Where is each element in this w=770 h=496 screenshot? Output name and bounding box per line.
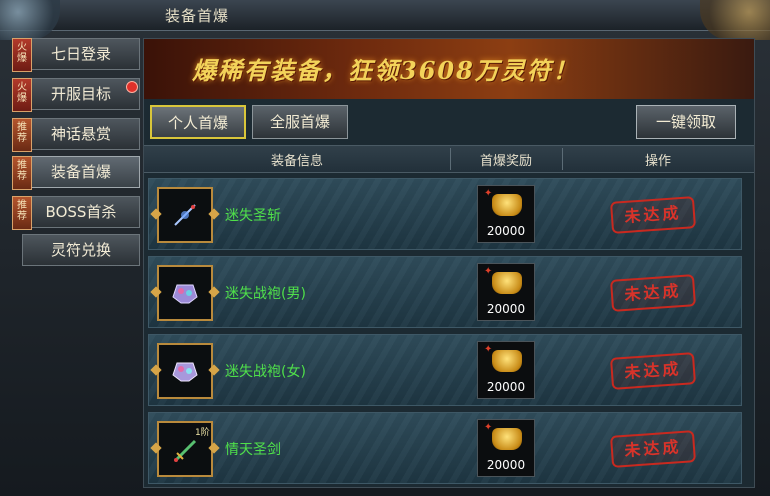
window-frame: 装备首爆 七日登录 火爆 开服目标 火爆 神话悬赏 推荐 装备首爆 推荐 BOS… [0,0,770,496]
column-first-drop-reward: 首爆奖励 [479,154,532,169]
sidebar-button[interactable]: 灵符兑换 [22,234,140,266]
sidebar-item-boss-first-kill[interactable]: BOSS首杀 推荐 [12,196,140,230]
sword-icon [173,439,197,463]
sidebar-button[interactable]: 七日登录 [22,38,140,70]
item-name: 情天圣剑 [225,442,281,458]
sparkle-icon: ✦ [484,188,493,199]
item-slot[interactable]: 1阶 [157,421,213,477]
column-action: 操作 [644,154,671,169]
window-title: 装备首爆 [165,7,230,25]
reward-slot[interactable]: ✦ 20000 [477,341,535,399]
table-row: 迷失战袍(女) ✦ 20000 未达成 [148,334,742,406]
reward-slot[interactable]: ✦ 20000 [477,263,535,321]
sparkle-icon: ✦ [484,344,493,355]
recommend-tag: 推荐 [12,118,32,152]
claim-all-button[interactable]: 一键领取 [636,105,736,139]
dragon-ornament-right [700,0,770,40]
reward-slot[interactable]: ✦ 20000 [477,419,535,477]
sidebar: 七日登录 火爆 开服目标 火爆 神话悬赏 推荐 装备首爆 推荐 BOSS首杀 推… [12,38,140,483]
status-stamp: 未达成 [609,274,697,312]
sidebar-item-seven-day-login[interactable]: 七日登录 火爆 [12,38,140,72]
gold-ingot-icon [492,194,522,216]
table-header: 装备信息 首爆奖励 操作 [144,145,754,173]
item-slot[interactable] [157,265,213,321]
item-name: 迷失战袍(女) [225,364,306,380]
sidebar-button-active[interactable]: 装备首爆 [22,156,140,188]
reward-slot[interactable]: ✦ 20000 [477,185,535,243]
item-slot[interactable] [157,187,213,243]
gold-ingot-icon [492,428,522,450]
table-row: 迷失圣斩 ✦ 20000 未达成 [148,178,742,250]
recommend-tag: 推荐 [12,196,32,230]
dragon-ornament-left [0,0,60,40]
armor-icon [172,284,198,304]
tab-personal-first-drop[interactable]: 个人首爆 [150,105,246,139]
sidebar-button[interactable]: BOSS首杀 [22,196,140,228]
sparkle-icon: ✦ [484,422,493,433]
gold-ingot-icon [492,272,522,294]
table-row: 迷失战袍(男) ✦ 20000 未达成 [148,256,742,328]
sword-icon [174,204,196,226]
notification-dot [126,81,138,93]
sidebar-item-server-goal[interactable]: 开服目标 火爆 [12,78,140,112]
item-name: 迷失战袍(男) [225,286,306,302]
recommend-tag: 推荐 [12,156,32,190]
status-stamp: 未达成 [609,196,697,234]
main-panel: 爆稀有装备，狂领3608万灵符！ 个人首爆 全服首爆 一键领取 装备信息 首爆奖… [143,38,755,488]
sparkle-icon: ✦ [484,266,493,277]
status-stamp: 未达成 [609,352,697,390]
reward-amount: 20000 [486,380,526,394]
item-slot[interactable] [157,343,213,399]
banner-text: 爆稀有装备，狂领3608万灵符！ [192,56,579,85]
status-stamp: 未达成 [609,430,697,468]
sidebar-button[interactable]: 开服目标 [22,78,140,110]
sidebar-item-myth-bounty[interactable]: 神话悬赏 推荐 [12,118,140,152]
sidebar-button[interactable]: 神话悬赏 [22,118,140,150]
hot-tag: 火爆 [12,38,32,72]
item-name: 迷失圣斩 [225,208,281,224]
hot-tag: 火爆 [12,78,32,112]
sidebar-item-talisman-exchange[interactable]: 灵符兑换 [12,234,140,268]
reward-amount: 20000 [486,302,526,316]
table-row: 1阶 情天圣剑 ✦ 20000 未达成 [148,412,742,484]
reward-amount: 20000 [486,224,526,238]
tab-server-first-drop[interactable]: 全服首爆 [252,105,348,139]
gold-ingot-icon [492,350,522,372]
armor-icon [172,362,198,382]
column-equipment-info: 装备信息 [270,154,323,169]
promo-banner: 爆稀有装备，狂领3608万灵符！ [144,39,754,99]
title-bar: 装备首爆 [0,0,770,40]
sidebar-item-equip-first-drop[interactable]: 装备首爆 推荐 [12,156,140,190]
reward-amount: 20000 [486,458,526,472]
